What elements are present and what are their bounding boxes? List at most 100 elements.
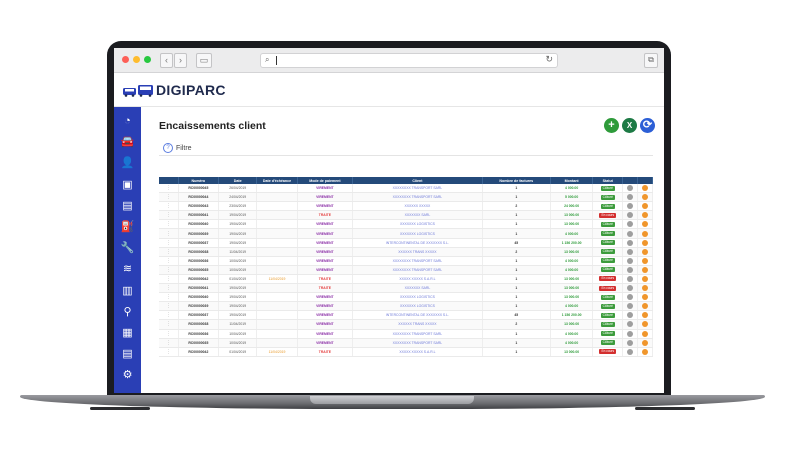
client-name[interactable]: XXXXXXX LOGISTICS	[352, 219, 483, 230]
refresh-button[interactable]: ⟳	[640, 118, 655, 133]
client-name[interactable]: XXXXXXXX TRANSPORT SARL	[352, 338, 483, 348]
view-icon[interactable]	[627, 294, 634, 301]
row-menu-icon[interactable]: ⋮	[159, 310, 179, 321]
edit-action[interactable]	[637, 292, 653, 303]
table-row[interactable]: ⋮ RC00000038 11/04/2019 VIREMENT XXXXXX TRAN…	[159, 247, 653, 257]
edit-action[interactable]	[637, 228, 653, 239]
client-name[interactable]: XXXXXXXX TRANSPORT SARL	[352, 256, 483, 266]
client-name[interactable]: XXXXXXXX TRANSPORT SARL	[352, 192, 483, 203]
view-action[interactable]	[622, 219, 639, 230]
row-menu-icon[interactable]: ⋮	[159, 283, 179, 294]
tabs-overview-icon[interactable]: ⧉	[644, 53, 658, 68]
table-row[interactable]: ⋮ RC00000042 01/04/2019 11/04/2019 TRAITE XXX…	[159, 347, 653, 357]
table-row[interactable]: ⋮ RC00000042 01/04/2019 11/04/2019 TRAITE XXX…	[159, 274, 653, 285]
edit-action[interactable]	[637, 274, 653, 285]
view-icon[interactable]	[627, 348, 634, 355]
view-icon[interactable]	[627, 312, 634, 319]
sidebar-toggle-icon[interactable]: ▭	[196, 53, 212, 68]
view-action[interactable]	[622, 329, 639, 339]
view-icon[interactable]	[627, 203, 634, 210]
row-menu-icon[interactable]: ⋮	[159, 265, 179, 275]
view-action[interactable]	[622, 265, 639, 275]
vehicle-front-icon[interactable]: ▦	[120, 326, 135, 340]
table-row[interactable]: ⋮ RC00000035 10/04/2019 VIREMENT XXXXXXXX TR…	[159, 265, 653, 275]
view-action[interactable]	[622, 247, 639, 257]
table-row[interactable]: ⋮ RC00000038 11/04/2019 VIREMENT XXXXXX TRAN…	[159, 319, 653, 330]
fuel-icon[interactable]: ⛽	[120, 220, 135, 234]
row-menu-icon[interactable]: ⋮	[159, 301, 179, 312]
table-row[interactable]: ⋮ RC00000041 19/04/2019 TRAITE XXXXXXX SARL 1…	[159, 210, 653, 221]
edit-action[interactable]	[637, 210, 653, 221]
table-row[interactable]: ⋮ RC00000045 26/04/2019 VIREMENT XXXXXXXX TR…	[159, 184, 653, 194]
view-icon[interactable]	[627, 221, 634, 228]
view-icon[interactable]	[627, 321, 634, 328]
edit-icon[interactable]	[642, 294, 648, 301]
edit-icon[interactable]	[642, 239, 648, 246]
row-menu-icon[interactable]: ⋮	[159, 274, 179, 285]
view-action[interactable]	[622, 228, 639, 239]
view-icon[interactable]	[627, 194, 634, 201]
table-row[interactable]: ⋮ RC00000044 24/04/2019 VIREMENT XXXXXXXX TR…	[159, 192, 653, 203]
column-header[interactable]: Numéro	[178, 177, 220, 184]
table-row[interactable]: ⋮ RC00000040 19/04/2019 VIREMENT XXXXXXX LOG…	[159, 219, 653, 230]
row-menu-icon[interactable]: ⋮	[159, 192, 179, 203]
view-icon[interactable]	[627, 185, 634, 192]
user-icon[interactable]: 👤	[120, 156, 135, 170]
edit-action[interactable]	[637, 338, 653, 348]
table-row[interactable]: ⋮ RC00000039 19/04/2019 VIREMENT XXXXXXX LOG…	[159, 301, 653, 312]
building-icon[interactable]: ▥	[120, 284, 135, 298]
row-menu-icon[interactable]: ⋮	[159, 201, 179, 212]
edit-icon[interactable]	[642, 303, 648, 310]
minimize-window-icon[interactable]	[133, 56, 140, 63]
row-menu-icon[interactable]: ⋮	[159, 319, 179, 330]
edit-icon[interactable]	[642, 321, 648, 328]
forward-icon[interactable]: ›	[174, 53, 187, 68]
filter-toggle[interactable]: ? Filtre	[163, 143, 192, 153]
edit-action[interactable]	[637, 319, 653, 330]
edit-action[interactable]	[637, 283, 653, 294]
edit-action[interactable]	[637, 256, 653, 266]
close-window-icon[interactable]	[122, 56, 129, 63]
view-icon[interactable]	[627, 248, 634, 255]
client-name[interactable]: INTERCONTINENTAL DE XXXXXXX S.L.	[352, 238, 483, 248]
view-icon[interactable]	[627, 230, 634, 237]
view-icon[interactable]	[627, 266, 634, 273]
client-name[interactable]: XXXXXXXX TRANSPORT SARL	[352, 329, 483, 339]
column-header[interactable]: Nombre de factures	[482, 177, 551, 184]
column-header[interactable]: Mode de paiement	[297, 177, 354, 184]
row-menu-icon[interactable]: ⋮	[159, 219, 179, 230]
edit-icon[interactable]	[642, 230, 648, 237]
client-name[interactable]: INTERCONTINENTAL DE XXXXXXX S.L.	[352, 310, 483, 321]
add-button[interactable]: +	[604, 118, 619, 133]
settings-icon[interactable]: ⚙	[120, 368, 135, 382]
view-action[interactable]	[622, 347, 639, 357]
contract-icon[interactable]: ▣	[120, 178, 135, 192]
client-name[interactable]: XXXXXXX LOGISTICS	[352, 228, 483, 239]
car-icon[interactable]: 🚘	[120, 135, 135, 149]
edit-action[interactable]	[637, 192, 653, 203]
edit-action[interactable]	[637, 329, 653, 339]
view-icon[interactable]	[627, 330, 634, 337]
row-menu-icon[interactable]: ⋮	[159, 228, 179, 239]
row-menu-icon[interactable]: ⋮	[159, 238, 179, 248]
maximize-window-icon[interactable]	[144, 56, 151, 63]
edit-action[interactable]	[637, 184, 653, 194]
view-action[interactable]	[622, 256, 639, 266]
wrench-icon[interactable]: 🔧	[120, 241, 135, 255]
edit-action[interactable]	[637, 310, 653, 321]
table-row[interactable]: ⋮ RC00000037 19/04/2019 VIREMENT INTERCONTIN…	[159, 238, 653, 248]
view-icon[interactable]	[627, 275, 634, 282]
edit-icon[interactable]	[642, 185, 648, 192]
view-action[interactable]	[622, 238, 639, 248]
table-row[interactable]: ⋮ RC00000036 10/04/2019 VIREMENT XXXXXXXX TR…	[159, 329, 653, 339]
column-header[interactable]	[159, 177, 179, 184]
edit-icon[interactable]	[642, 266, 648, 273]
column-header[interactable]	[637, 177, 653, 184]
column-header[interactable]: Client	[352, 177, 483, 184]
invoice-icon[interactable]: ▤	[120, 347, 135, 361]
client-name[interactable]: XXXXXXX LOGISTICS	[352, 292, 483, 303]
back-icon[interactable]: ‹	[160, 53, 173, 68]
excel-export-button[interactable]: X	[622, 118, 637, 133]
column-header[interactable]: Statut	[592, 177, 624, 184]
client-name[interactable]: XXXXXXXX TRANSPORT SARL	[352, 265, 483, 275]
